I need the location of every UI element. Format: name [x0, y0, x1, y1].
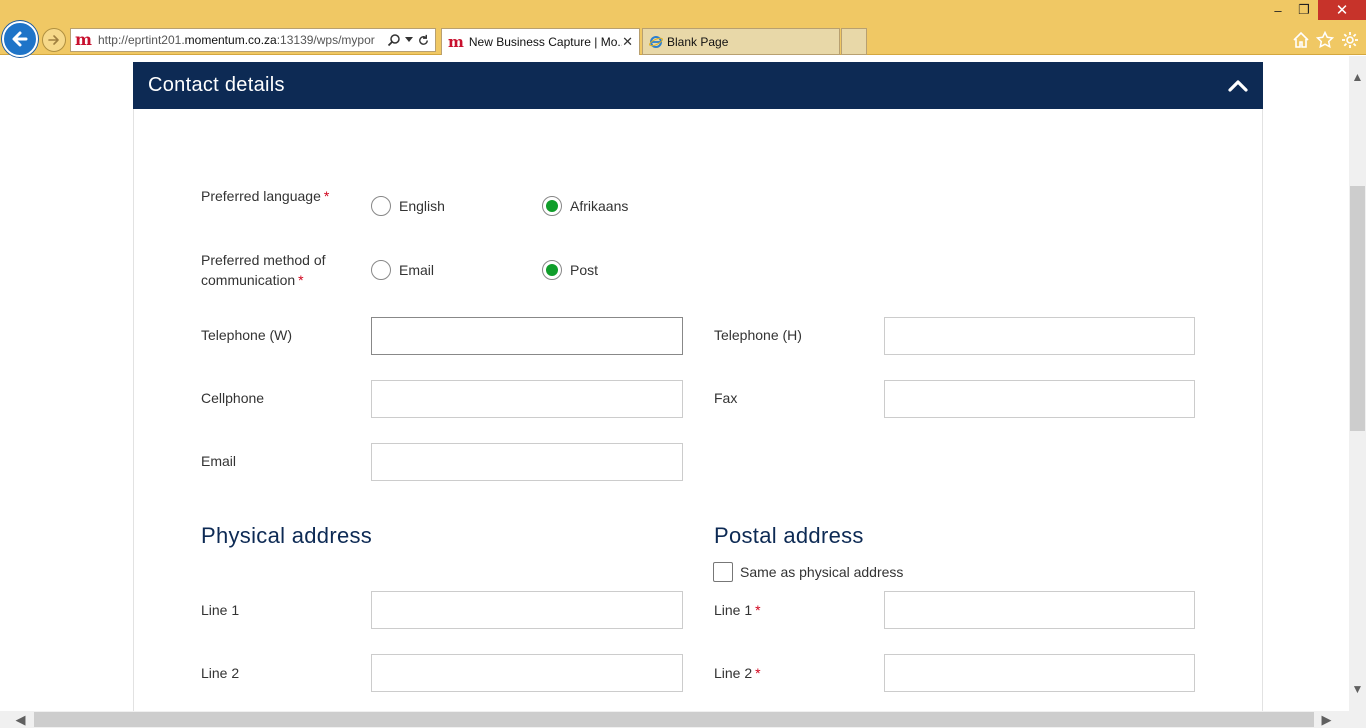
- close-tab-icon[interactable]: ✕: [622, 34, 633, 50]
- preferred-language-label: Preferred language *: [201, 186, 329, 206]
- forward-button[interactable]: [42, 28, 66, 52]
- email-input[interactable]: [371, 443, 683, 481]
- url-host: momentum.co.za: [184, 33, 277, 47]
- site-favicon-icon: m: [75, 30, 92, 49]
- email-label: Email: [201, 453, 237, 469]
- same-as-physical-checkbox[interactable]: Same as physical address: [713, 562, 903, 582]
- minimize-button[interactable]: –: [1264, 0, 1292, 20]
- radio-selected-icon[interactable]: [542, 196, 562, 216]
- scroll-right-icon[interactable]: ▶: [1318, 711, 1335, 728]
- radio-english[interactable]: English: [371, 196, 445, 216]
- ie-logo-icon: [649, 35, 663, 48]
- checkbox-label: Same as physical address: [740, 564, 904, 580]
- cellphone-label: Cellphone: [201, 390, 265, 406]
- radio-email[interactable]: Email: [371, 260, 434, 280]
- url-prefix: http://eprtint201.: [97, 33, 185, 47]
- radio-circle-icon[interactable]: [371, 196, 391, 216]
- radio-selected-icon[interactable]: [542, 260, 562, 280]
- tab-title: New Business Capture | Mo...: [468, 35, 623, 49]
- back-button[interactable]: [2, 21, 38, 57]
- telephone-w-input[interactable]: [371, 317, 683, 355]
- physical-line1-label: Line 1: [201, 602, 240, 618]
- url-suffix: :13139/wps/mypor: [276, 33, 375, 47]
- telephone-h-label: Telephone (H): [714, 327, 802, 343]
- required-mark: *: [298, 272, 304, 288]
- physical-line2-input[interactable]: [371, 654, 683, 692]
- browser-chrome: – ❐ ✕ m http://eprtint201.momentum.co.za…: [0, 0, 1366, 57]
- dropdown-arrow-icon[interactable]: [404, 37, 413, 43]
- radio-circle-icon[interactable]: [371, 260, 391, 280]
- radio-label: English: [399, 198, 445, 214]
- search-icon[interactable]: [387, 33, 401, 47]
- fax-label: Fax: [714, 390, 738, 406]
- radio-label: Post: [570, 262, 599, 278]
- radio-label: Afrikaans: [570, 198, 629, 214]
- label-text: Preferred language: [201, 188, 321, 204]
- postal-line2-label: Line 2 *: [714, 663, 761, 683]
- fax-input[interactable]: [884, 380, 1195, 418]
- checkbox-icon[interactable]: [713, 562, 733, 582]
- preferred-method-label: Preferred method of communication *: [201, 250, 326, 290]
- settings-gear-icon[interactable]: [1339, 29, 1361, 51]
- postal-address-heading: Postal address: [714, 523, 864, 548]
- label-line1: Preferred method of: [201, 252, 326, 268]
- postal-line2-input[interactable]: [884, 654, 1195, 692]
- scroll-up-icon[interactable]: ▲: [1349, 68, 1366, 85]
- label-text: Line 1: [714, 602, 753, 618]
- radio-post[interactable]: Post: [542, 260, 598, 280]
- required-mark: *: [323, 188, 330, 204]
- radio-label: Email: [399, 262, 435, 278]
- restore-button[interactable]: ❐: [1290, 0, 1318, 20]
- vertical-scrollbar[interactable]: ▲ ▼: [1349, 56, 1366, 711]
- address-url[interactable]: http://eprtint201.momentum.co.za:13139/w…: [98, 33, 383, 47]
- label-line2: communication: [201, 272, 296, 288]
- tab-new-business-capture[interactable]: m New Business Capture | Mo... ✕: [441, 28, 640, 55]
- home-icon[interactable]: [1290, 29, 1312, 51]
- scroll-left-icon[interactable]: ◀: [12, 711, 29, 728]
- momentum-favicon-icon: m: [448, 33, 464, 51]
- refresh-icon[interactable]: [417, 34, 430, 47]
- new-tab-button[interactable]: [841, 28, 867, 55]
- radio-afrikaans[interactable]: Afrikaans: [542, 196, 628, 216]
- postal-line1-input[interactable]: [884, 591, 1195, 629]
- chevron-up-icon[interactable]: [1227, 75, 1249, 97]
- scroll-down-icon[interactable]: ▼: [1349, 680, 1366, 697]
- address-bar[interactable]: m http://eprtint201.momentum.co.za:13139…: [70, 28, 436, 52]
- postal-line1-label: Line 1 *: [714, 600, 761, 620]
- scroll-thumb[interactable]: [1350, 186, 1365, 431]
- scroll-thumb[interactable]: [34, 712, 1314, 727]
- required-mark: *: [755, 602, 761, 618]
- horizontal-scrollbar[interactable]: ◀ ▶: [0, 711, 1349, 728]
- telephone-h-input[interactable]: [884, 317, 1195, 355]
- favorites-star-icon[interactable]: [1314, 29, 1336, 51]
- panel-header[interactable]: Contact details: [133, 62, 1263, 109]
- arrow-right-icon: [48, 35, 59, 45]
- cellphone-input[interactable]: [371, 380, 683, 418]
- scrollbar-corner: [1349, 711, 1366, 728]
- required-mark: *: [755, 665, 761, 681]
- telephone-w-label: Telephone (W): [201, 327, 293, 343]
- physical-line1-input[interactable]: [371, 591, 683, 629]
- panel-title: Contact details: [148, 74, 285, 96]
- close-window-button[interactable]: ✕: [1318, 0, 1366, 20]
- label-text: Line 2: [714, 665, 753, 681]
- physical-line2-label: Line 2: [201, 665, 240, 681]
- physical-address-heading: Physical address: [201, 523, 373, 548]
- arrow-left-icon: [12, 31, 28, 47]
- tab-blank-page[interactable]: Blank Page: [642, 28, 840, 55]
- tab-title: Blank Page: [667, 34, 729, 49]
